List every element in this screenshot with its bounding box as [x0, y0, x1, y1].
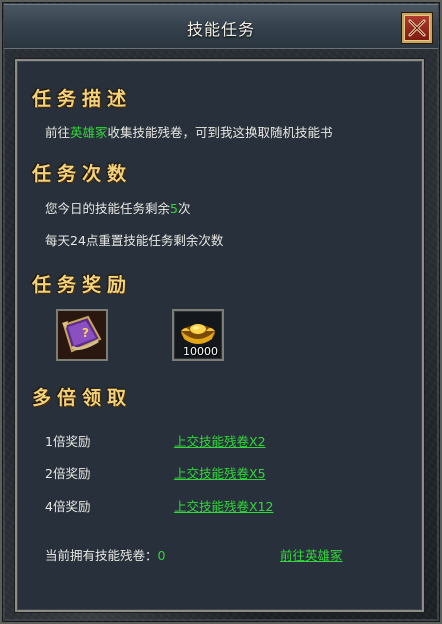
goto-hero-tomb-link[interactable]: 前往英雄冢: [280, 545, 343, 564]
rewards-heading: 任务奖励: [32, 274, 133, 296]
reward-slot-scroll[interactable]: ?: [56, 309, 108, 361]
submit-x2-link[interactable]: 上交技能残卷X2: [174, 431, 266, 450]
skill-task-window: 技能任务 任务描述 前往英雄冢收集技能残卷，可到我这换取随机技能书 任务次数 您…: [0, 0, 442, 624]
svg-text:?: ?: [82, 326, 89, 340]
remaining-value: 5: [170, 201, 178, 216]
multiplier-label-2x: 2倍奖励: [45, 466, 91, 481]
description-text: 前往英雄冢收集技能残卷，可到我这换取随机技能书: [45, 122, 333, 141]
skill-scroll-icon: ?: [58, 311, 106, 359]
gold-amount: 10000: [183, 345, 218, 358]
description-prefix: 前往: [45, 125, 71, 140]
owned-label: 当前拥有技能残卷：: [45, 548, 158, 563]
remaining-suffix: 次: [177, 201, 191, 216]
multiplier-label-1x: 1倍奖励: [45, 434, 91, 449]
reset-note: 每天24点重置技能任务剩余次数: [45, 233, 224, 248]
submit-x5-link[interactable]: 上交技能残卷X5: [174, 463, 266, 482]
reward-slot-gold[interactable]: 10000: [172, 309, 224, 361]
location-highlight: 英雄冢: [70, 125, 108, 140]
title-bar[interactable]: 技能任务: [4, 4, 438, 49]
close-button[interactable]: [402, 13, 432, 43]
count-heading: 任务次数: [32, 163, 133, 185]
multiplier-heading: 多倍领取: [32, 387, 133, 409]
multiplier-label-4x: 4倍奖励: [45, 499, 91, 514]
description-heading: 任务描述: [32, 88, 133, 110]
owned-scrolls-text: 当前拥有技能残卷：0: [45, 545, 165, 564]
window-title: 技能任务: [186, 20, 255, 39]
close-icon: [408, 19, 426, 37]
remaining-prefix: 您今日的技能任务剩余: [45, 201, 171, 216]
owned-value: 0: [157, 548, 166, 563]
description-suffix: 收集技能残卷，可到我这换取随机技能书: [107, 125, 333, 140]
submit-x12-link[interactable]: 上交技能残卷X12: [174, 496, 273, 515]
remaining-count-text: 您今日的技能任务剩余5次: [45, 198, 190, 217]
